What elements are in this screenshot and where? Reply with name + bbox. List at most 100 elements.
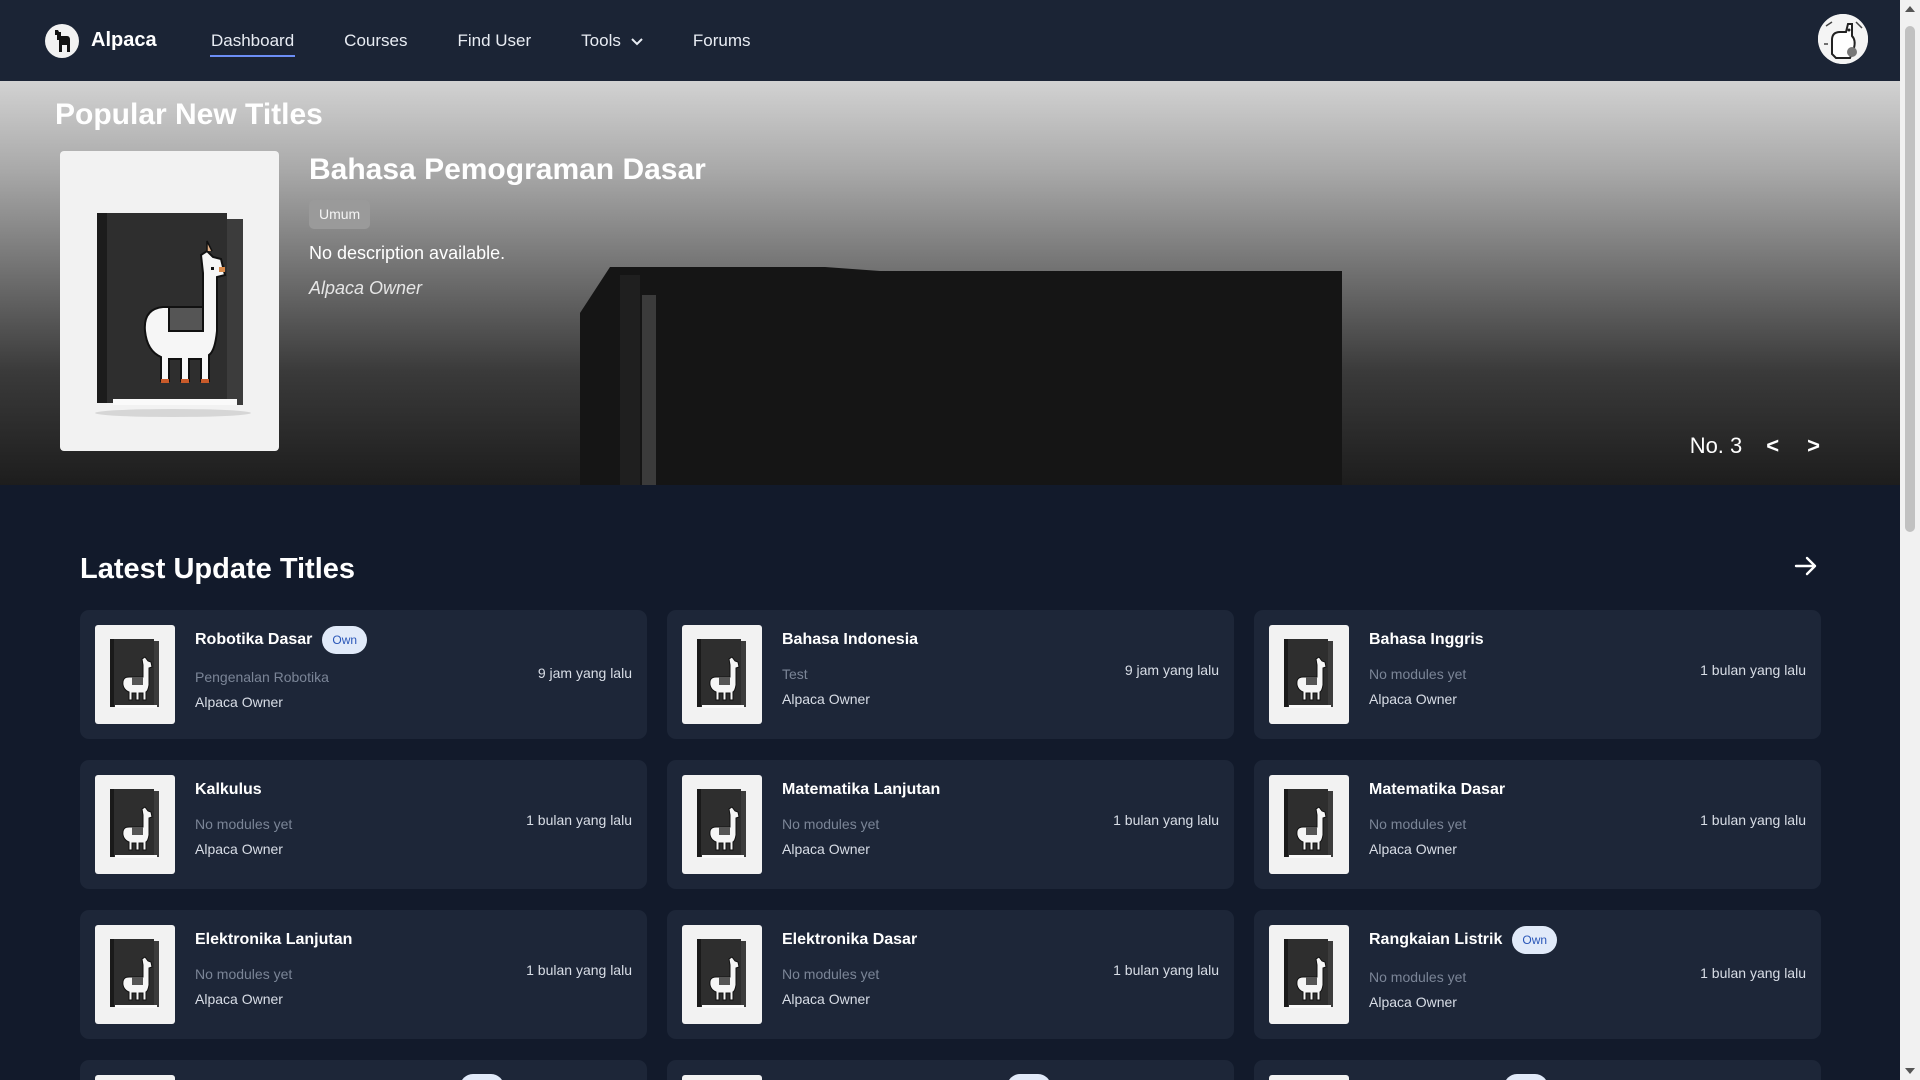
alpaca-book-icon bbox=[95, 775, 175, 874]
prev-button[interactable]: < bbox=[1766, 433, 1779, 459]
card-author: Alpaca Owner bbox=[1369, 691, 1457, 707]
title-card[interactable]: Robotika Dasar Own Pengenalan Robotika Alpa… bbox=[80, 610, 647, 739]
card-title: Elektronika Dasar bbox=[782, 931, 918, 948]
hero-author: Alpaca Owner bbox=[309, 278, 423, 298]
pager-number: No. 3 bbox=[1689, 433, 1743, 458]
card-timestamp: 1 bulan yang lalu bbox=[1700, 662, 1806, 678]
title-card[interactable]: Bahasa Inggris No modules yet Alpaca Owner… bbox=[1254, 610, 1821, 739]
alpaca-book-icon bbox=[94, 213, 251, 417]
card-title: Matematika Dasar bbox=[1369, 781, 1506, 798]
page-scrollbar[interactable] bbox=[1900, 0, 1920, 1080]
card-timestamp: 9 jam yang lalu bbox=[1124, 662, 1219, 678]
card-author: Alpaca Owner bbox=[1369, 841, 1457, 857]
card-title: Elektronika Lanjutan bbox=[195, 931, 353, 948]
alpaca-book-icon bbox=[95, 1075, 175, 1080]
card-subtitle: No modules yet bbox=[782, 816, 880, 832]
title-card[interactable]: Matematika Dasar No modules yet Alpaca Own… bbox=[1254, 760, 1821, 889]
user-avatar[interactable] bbox=[1818, 14, 1868, 64]
title-card-partial[interactable] bbox=[1254, 1060, 1821, 1080]
card-author: Alpaca Owner bbox=[195, 694, 283, 710]
alpaca-book-icon bbox=[682, 925, 762, 1024]
alpaca-book-icon bbox=[1269, 775, 1349, 874]
badge-partial bbox=[1007, 1074, 1051, 1080]
card-timestamp: 9 jam yang lalu bbox=[537, 665, 632, 681]
card-subtitle: No modules yet bbox=[1369, 816, 1467, 832]
card-timestamp: 1 bulan yang lalu bbox=[526, 962, 632, 978]
card-subtitle: No modules yet bbox=[782, 966, 880, 982]
card-title: Bahasa Indonesia bbox=[782, 631, 919, 648]
alpaca-book-icon bbox=[682, 775, 762, 874]
hero-background-book bbox=[580, 267, 1342, 485]
card-subtitle: No modules yet bbox=[1369, 969, 1467, 985]
title-card[interactable]: Bahasa Indonesia Test Alpaca Owner 9 jam ya… bbox=[667, 610, 1234, 739]
next-button[interactable]: > bbox=[1807, 433, 1820, 459]
card-subtitle: No modules yet bbox=[195, 816, 293, 832]
alpaca-book-icon bbox=[682, 625, 762, 724]
nav-links: Dashboard Courses Find User Tools Forums bbox=[209, 0, 800, 81]
latest-titles-grid: Robotika Dasar Own Pengenalan Robotika Alpa… bbox=[80, 610, 1821, 1080]
card-title: Rangkaian Listrik bbox=[1369, 931, 1503, 948]
chevron-down-icon bbox=[631, 31, 643, 51]
card-subtitle: Pengenalan Robotika bbox=[195, 669, 329, 685]
card-subtitle: Test bbox=[782, 666, 808, 682]
scroll-down-icon[interactable] bbox=[1905, 1068, 1915, 1074]
card-title: Kalkulus bbox=[195, 781, 262, 798]
scroll-thumb[interactable] bbox=[1905, 26, 1915, 532]
title-card[interactable]: Elektronika Dasar No modules yet Alpaca Ow… bbox=[667, 910, 1234, 1039]
category-tag: Umum bbox=[309, 200, 371, 229]
card-author: Alpaca Owner bbox=[782, 991, 870, 1007]
nav-dashboard[interactable]: Dashboard bbox=[209, 31, 296, 57]
brand[interactable]: Alpaca bbox=[45, 23, 211, 58]
card-title: Robotika Dasar bbox=[195, 631, 313, 648]
card-title-row: Matematika Lanjutan bbox=[782, 776, 940, 804]
card-timestamp: 1 bulan yang lalu bbox=[1700, 812, 1806, 828]
card-title: Matematika Lanjutan bbox=[782, 781, 941, 798]
card-title-row: Bahasa Indonesia bbox=[782, 626, 918, 654]
badge-partial bbox=[460, 1074, 504, 1080]
nav-tools-label: Tools bbox=[581, 30, 621, 50]
alpaca-book-icon bbox=[95, 625, 175, 724]
card-timestamp: 1 bulan yang lalu bbox=[1113, 962, 1219, 978]
card-title: Bahasa Inggris bbox=[1369, 631, 1484, 648]
title-card[interactable]: Kalkulus No modules yet Alpaca Owner 1 bula… bbox=[80, 760, 647, 889]
card-author: Alpaca Owner bbox=[195, 991, 283, 1007]
hero-pager: No. 3 < > bbox=[1690, 433, 1820, 459]
title-card[interactable]: Elektronika Lanjutan No modules yet Alpaca… bbox=[80, 910, 647, 1039]
card-author: Alpaca Owner bbox=[782, 691, 870, 707]
card-author: Alpaca Owner bbox=[195, 841, 283, 857]
alpaca-book-icon bbox=[1269, 925, 1349, 1024]
card-author: Alpaca Owner bbox=[1369, 994, 1457, 1010]
alpaca-book-icon bbox=[95, 925, 175, 1024]
latest-heading: Latest Update Titles bbox=[80, 553, 356, 585]
alpaca-book-icon bbox=[682, 1075, 762, 1080]
card-subtitle: No modules yet bbox=[195, 966, 293, 982]
card-timestamp: 1 bulan yang lalu bbox=[1700, 965, 1806, 981]
card-author: Alpaca Owner bbox=[782, 841, 870, 857]
title-card-partial[interactable] bbox=[667, 1060, 1234, 1080]
popular-titles-hero: Popular New Titles Bahasa Pemograman Das… bbox=[0, 81, 1900, 485]
title-card-partial[interactable] bbox=[80, 1060, 647, 1080]
top-navbar: Alpaca Dashboard Courses Find User Tools… bbox=[0, 0, 1900, 81]
badge-partial bbox=[1504, 1074, 1548, 1080]
alpaca-logo-icon bbox=[45, 23, 79, 58]
nav-tools[interactable]: Tools bbox=[581, 31, 643, 51]
arrow-right-icon[interactable] bbox=[1792, 552, 1820, 580]
card-title-row: Bahasa Inggris bbox=[1369, 626, 1484, 654]
scroll-up-icon[interactable] bbox=[1905, 6, 1915, 12]
nav-courses[interactable]: Courses bbox=[344, 31, 407, 51]
own-badge: Own bbox=[322, 626, 368, 654]
title-card[interactable]: Rangkaian Listrik Own No modules yet Alpaca… bbox=[1254, 910, 1821, 1039]
brand-name: Alpaca bbox=[91, 29, 157, 51]
card-title-row: Elektronika Dasar bbox=[782, 926, 917, 954]
card-title-row: Rangkaian Listrik Own bbox=[1369, 926, 1558, 954]
card-title-row: Kalkulus bbox=[195, 776, 262, 804]
nav-find-user[interactable]: Find User bbox=[457, 31, 531, 51]
card-title-row: Robotika Dasar Own bbox=[195, 626, 368, 654]
card-title-row: Elektronika Lanjutan bbox=[195, 926, 352, 954]
title-card[interactable]: Matematika Lanjutan No modules yet Alpaca … bbox=[667, 760, 1234, 889]
hero-description: No description available. bbox=[309, 243, 506, 263]
nav-forums[interactable]: Forums bbox=[693, 31, 751, 51]
hero-book-cover[interactable] bbox=[60, 151, 279, 451]
card-subtitle: No modules yet bbox=[1369, 666, 1467, 682]
hero-title[interactable]: Bahasa Pemograman Dasar bbox=[309, 153, 706, 187]
